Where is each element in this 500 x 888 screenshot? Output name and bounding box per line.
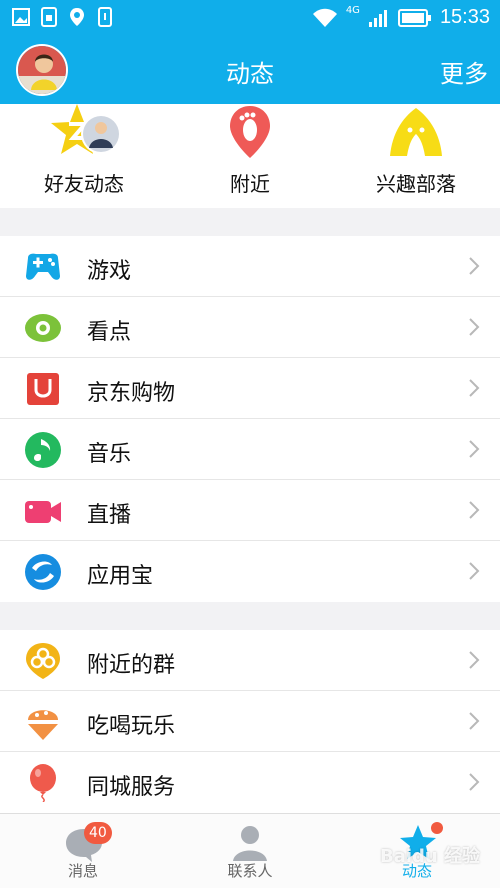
balloon-icon [30,764,56,802]
list-item-music[interactable]: 音乐 [0,419,500,480]
list-item-label: 吃喝玩乐 [87,714,176,739]
gamepad-icon [26,253,60,280]
chevron-right-icon [469,562,480,580]
gallery-icon [12,8,30,26]
shortcut-interest-tribe[interactable]: 兴趣部落 [346,104,486,208]
nearby-group-icon [26,643,60,679]
status-bar: 4G 15:33 [0,0,500,36]
phone-notification-icon [98,7,112,27]
list-item-kandian[interactable]: 看点 [0,297,500,358]
list-item-food-fun[interactable]: 吃喝玩乐 [0,691,500,752]
list-item-label: 直播 [87,503,132,528]
list-item-games[interactable]: 游戏 [0,236,500,297]
chevron-right-icon [469,257,480,275]
tab-label: 联系人 [227,862,273,880]
app-store-icon [25,554,61,590]
menu-group-local: 附近的群 吃喝玩乐 同城服务 [0,630,500,813]
list-item-live[interactable]: 直播 [0,480,500,541]
list-item-nearby-groups[interactable]: 附近的群 [0,630,500,691]
friend-feed-icon [51,104,121,154]
chevron-right-icon [469,379,480,397]
shortcut-label: 好友动态 [44,172,124,196]
food-fun-icon [27,710,59,740]
chevron-right-icon [469,501,480,519]
music-note-icon [25,432,61,468]
wifi-icon [312,8,337,27]
list-item-label: 游戏 [87,259,132,284]
notification-icons [12,7,114,27]
menu-group-services: 游戏 看点 京东购物 音乐 直播 应用宝 [0,236,500,602]
watermark: Baidu 经验 [380,846,481,867]
tab-messages[interactable]: 40 消息 [0,814,166,888]
shortcut-label: 兴趣部落 [376,172,456,196]
location-pin-icon [70,8,84,26]
clock: 15:33 [439,6,490,28]
list-item-label: 附近的群 [87,653,176,678]
person-icon [233,826,267,861]
more-button[interactable]: 更多 [440,54,488,89]
list-item-label: 应用宝 [87,564,154,589]
eye-icon [25,314,61,342]
sim-card-icon [41,7,57,27]
video-camera-icon [25,501,61,523]
chevron-right-icon [469,318,480,336]
chevron-right-icon [469,773,480,791]
signal-icon [368,9,387,27]
chevron-right-icon [469,440,480,458]
list-item-app-store[interactable]: 应用宝 [0,541,500,602]
shortcut-bar: 好友动态 附近 兴趣部落 [0,104,500,208]
list-item-city-services[interactable]: 同城服务 [0,752,500,813]
list-item-label: 京东购物 [87,381,176,406]
tent-icon [390,108,442,156]
shortcut-label: 附近 [230,172,270,196]
list-item-jd-shopping[interactable]: 京东购物 [0,358,500,419]
shortcut-nearby[interactable]: 附近 [180,104,320,208]
list-item-label: 音乐 [87,442,132,467]
unread-badge: 40 [84,822,112,844]
battery-icon [397,8,431,27]
list-item-label: 看点 [87,320,132,345]
chevron-right-icon [469,651,480,669]
chevron-right-icon [469,712,480,730]
notification-dot [431,822,443,834]
list-item-label: 同城服务 [87,775,176,800]
tab-label: 消息 [67,862,98,880]
jd-shopping-icon [27,373,59,405]
title-bar: 动态 更多 [0,36,500,104]
shortcut-friend-feed[interactable]: 好友动态 [14,104,154,208]
page-title: 动态 [226,60,274,88]
nearby-location-icon [230,106,270,158]
tab-contacts[interactable]: 联系人 [167,814,333,888]
network-type: 4G [345,5,360,16]
